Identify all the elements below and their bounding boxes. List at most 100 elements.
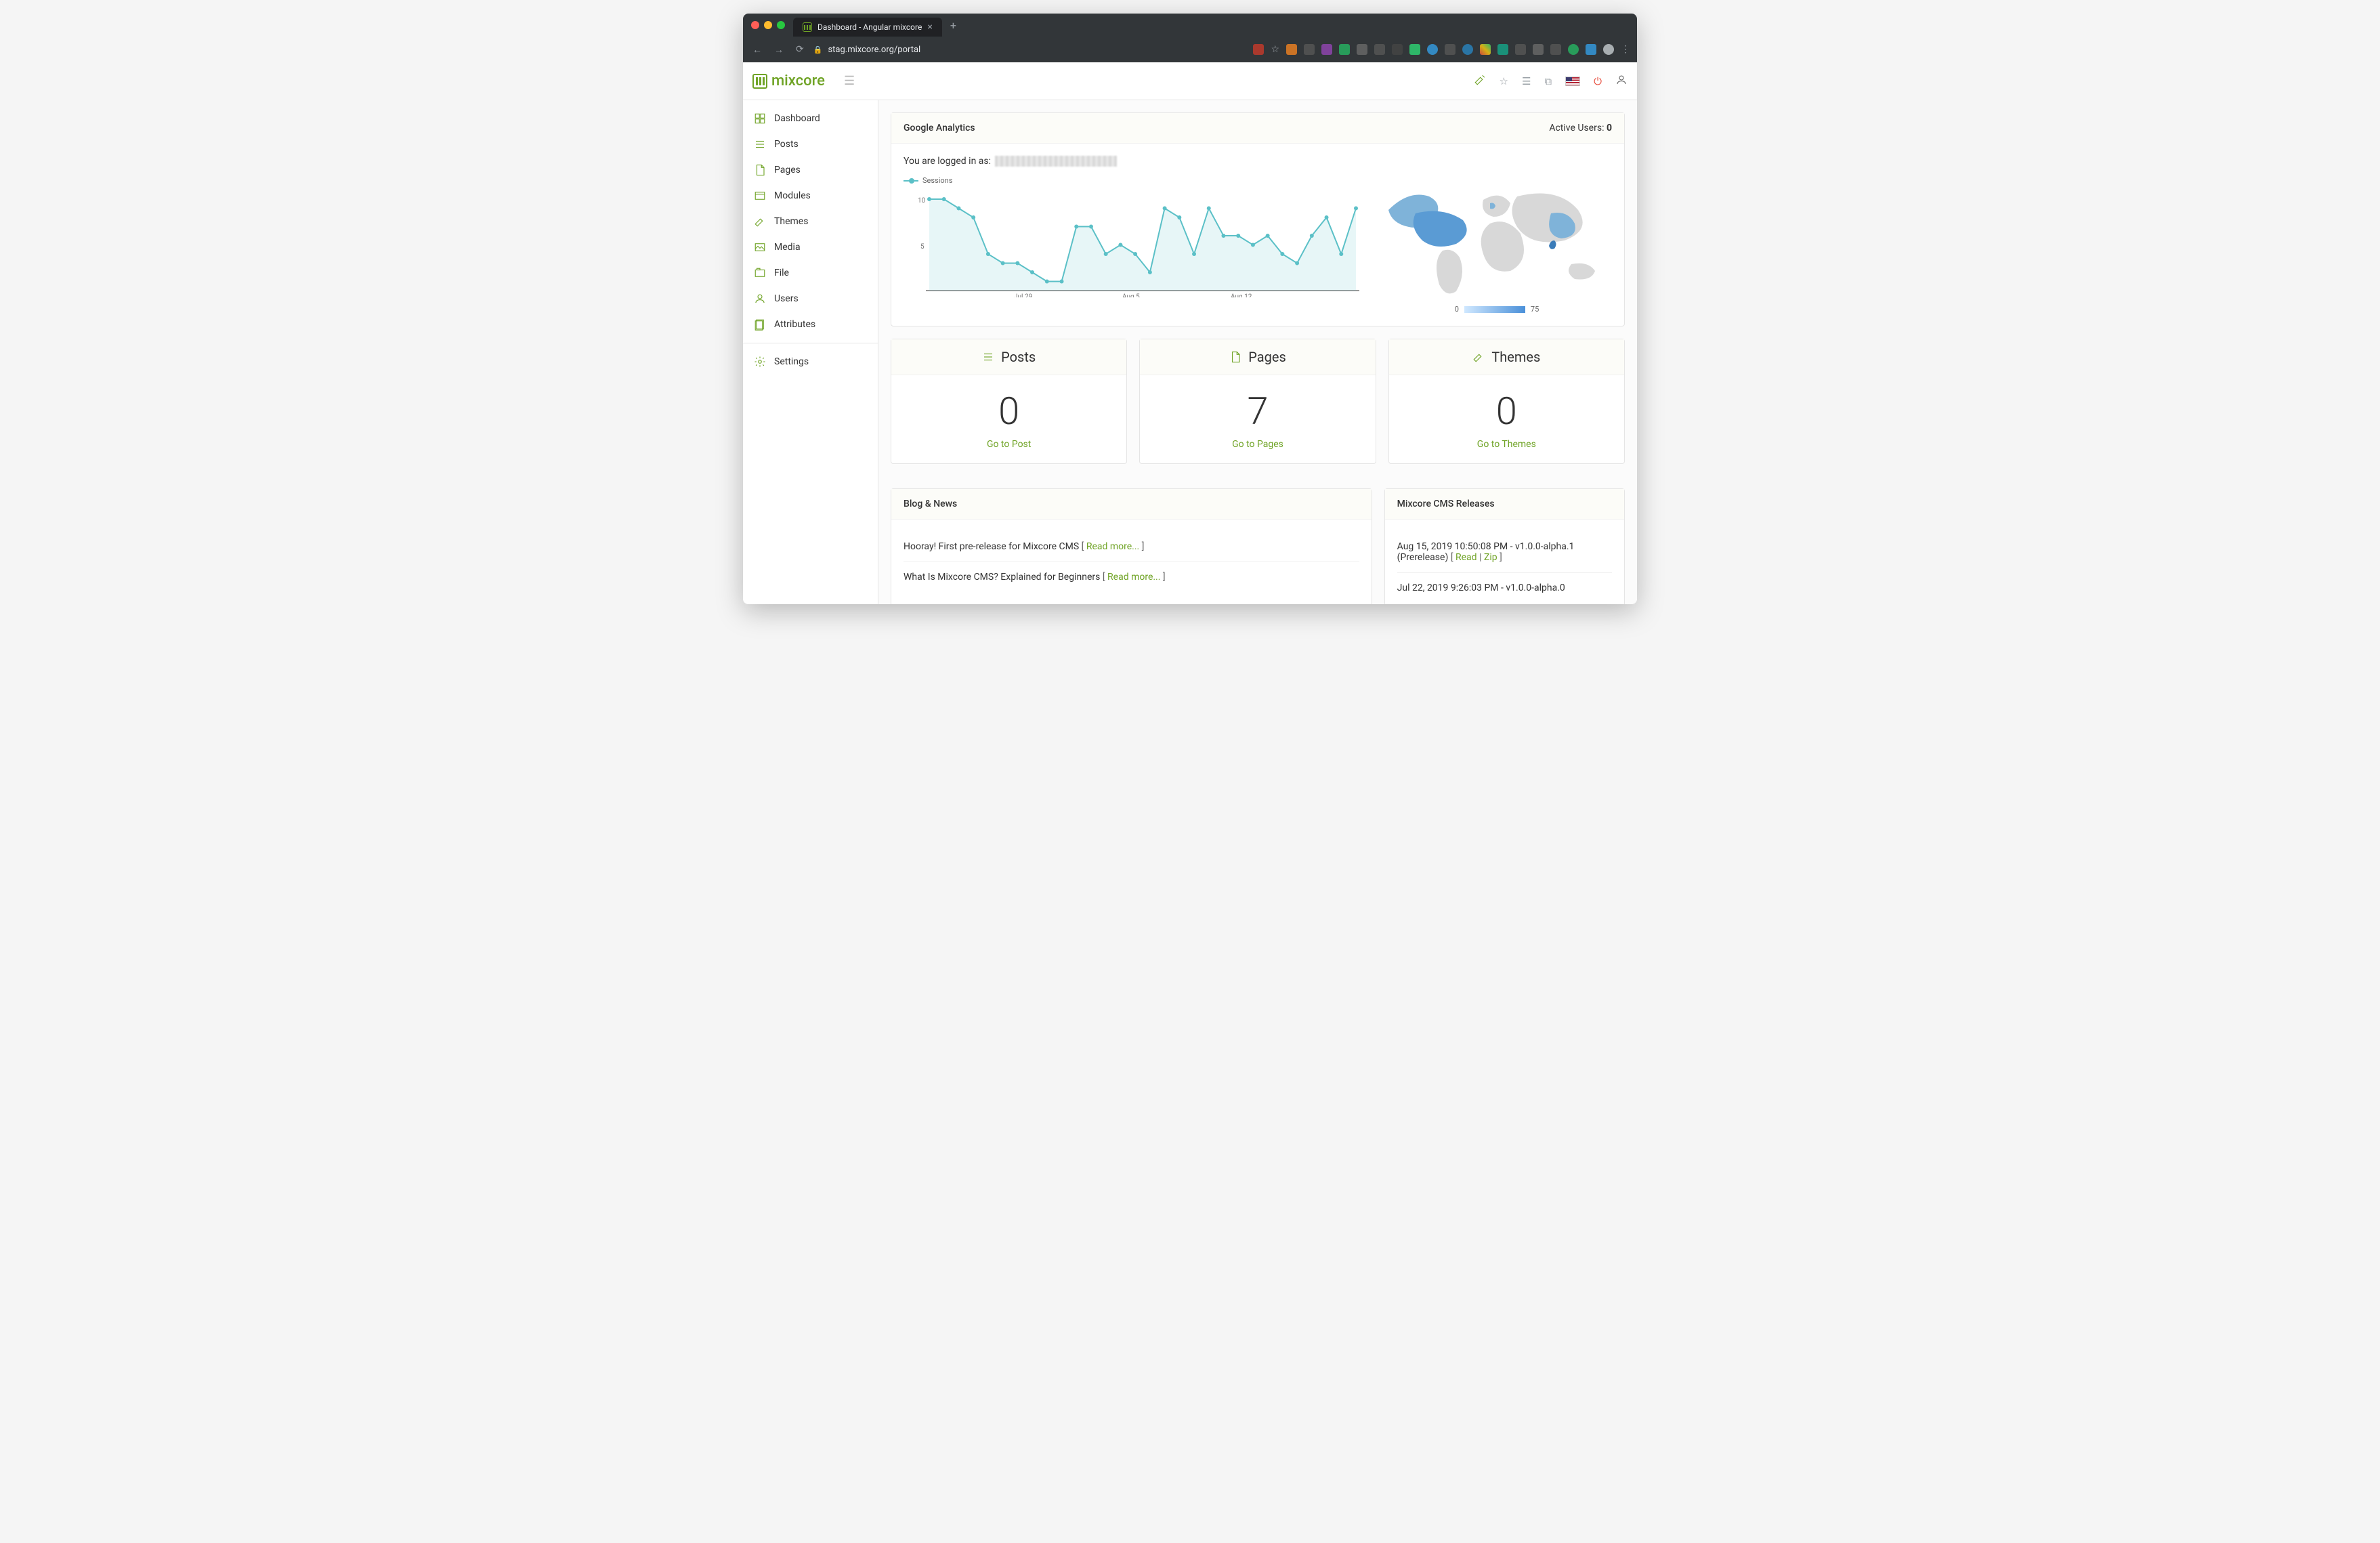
svg-text:5: 5 [920,243,925,251]
sidebar-item-attributes[interactable]: Attributes [743,312,878,337]
pages-icon [754,164,766,176]
analytics-title: Google Analytics [904,123,975,133]
posts-icon [754,138,766,150]
ext-icon[interactable] [1253,44,1264,55]
locale-flag-icon[interactable] [1565,77,1580,86]
sidebar-item-pages[interactable]: Pages [743,157,878,183]
ext-icon[interactable] [1321,44,1332,55]
ext-icon[interactable] [1374,44,1385,55]
menu-icon[interactable]: ⋮ [1621,44,1630,55]
ext-icon[interactable] [1497,44,1508,55]
brand-logo[interactable]: mixcore [752,72,825,89]
sidebar-item-users[interactable]: Users [743,286,878,312]
release-item: Aug 15, 2019 10:50:08 PM - v1.0.0-alpha.… [1397,532,1612,573]
ext-icon[interactable] [1568,44,1579,55]
browser-tab[interactable]: Dashboard - Angular mixcore × [793,18,942,37]
profile-avatar[interactable] [1603,44,1614,55]
svg-text:Aug 5: Aug 5 [1122,293,1140,297]
svg-text:Aug 12: Aug 12 [1231,293,1252,297]
address-bar[interactable]: 🔒 stag.mixcore.org/portal [813,45,1247,55]
modules-icon [754,190,766,202]
sidebar-label: Settings [774,356,809,367]
zip-link[interactable]: Zip [1484,552,1497,563]
world-map: 0 75 [1382,176,1612,314]
ext-icon[interactable] [1515,44,1526,55]
forward-button[interactable]: → [771,41,786,58]
reload-button[interactable]: ⟳ [793,41,807,58]
ext-icon[interactable] [1462,44,1473,55]
new-tab-button[interactable]: + [950,19,956,32]
sidebar-item-themes[interactable]: Themes [743,209,878,234]
ext-icon[interactable] [1339,44,1350,55]
sidebar-item-modules[interactable]: Modules [743,183,878,209]
attributes-icon [754,318,766,331]
stat-title: Pages [1248,349,1286,365]
bottom-row: Blog & News Hooray! First pre-release fo… [891,488,1625,604]
close-window[interactable] [751,21,759,29]
releases-title: Mixcore CMS Releases [1397,499,1495,509]
ext-icon[interactable] [1445,44,1455,55]
maximize-window[interactable] [777,21,785,29]
scale-bar [1464,306,1525,313]
power-icon[interactable]: ⏻ [1594,75,1602,87]
themes-icon [754,215,766,228]
ext-icon[interactable] [1286,44,1297,55]
active-users: Active Users: 0 [1549,123,1612,133]
read-more-link[interactable]: Read more... [1107,572,1160,583]
ext-icon[interactable] [1427,44,1438,55]
sidebar-item-media[interactable]: Media [743,234,878,260]
read-link[interactable]: Read [1455,552,1477,563]
ext-icon[interactable] [1550,44,1561,55]
blog-item: Hooray! First pre-release for Mixcore CM… [904,532,1359,562]
redacted-email [995,156,1117,167]
screens-icon[interactable]: ⧉ [1544,75,1552,87]
lock-icon: 🔒 [813,45,823,54]
ext-icon[interactable] [1392,44,1403,55]
user-icon[interactable] [1615,74,1628,89]
toggle-sidebar-icon[interactable]: ☰ [844,74,855,88]
stat-link[interactable]: Go to Pages [1140,439,1375,463]
ext-icon[interactable] [1409,44,1420,55]
settings-icon [754,356,766,368]
dashboard-icon [754,112,766,125]
minimize-window[interactable] [764,21,772,29]
pages-icon [1229,351,1241,363]
releases-card: Mixcore CMS Releases Aug 15, 2019 10:50:… [1384,488,1625,604]
ext-icon[interactable] [1533,44,1544,55]
stats-row: Posts 0 Go to Post Pages 7 Go to Pages T… [891,339,1625,476]
stat-count: 0 [1389,375,1624,439]
map-scale: 0 75 [1382,305,1612,314]
brand-text: mixcore [771,72,825,89]
sidebar-item-posts[interactable]: Posts [743,131,878,157]
star-icon[interactable]: ☆ [1500,75,1508,87]
sidebar-item-file[interactable]: File [743,260,878,286]
list-icon[interactable]: ☰ [1522,75,1531,87]
ext-icon[interactable] [1480,44,1491,55]
stat-link[interactable]: Go to Themes [1389,439,1624,463]
sidebar-label: Modules [774,190,811,201]
read-more-link[interactable]: Read more... [1086,541,1139,552]
bookmark-icon[interactable]: ☆ [1271,44,1279,55]
sidebar-label: File [774,268,789,278]
app-header: mixcore ☰ ☆ ☰ ⧉ ⏻ [743,62,1637,100]
stat-title: Themes [1491,349,1540,365]
edit-icon[interactable] [1474,74,1486,89]
back-button[interactable]: ← [750,41,765,58]
extensions: ☆ ⋮ [1253,44,1630,55]
browser-toolbar: ← → ⟳ 🔒 stag.mixcore.org/portal ☆ [743,37,1637,62]
browser-window: Dashboard - Angular mixcore × + ← → ⟳ 🔒 … [743,14,1637,604]
ext-icon[interactable] [1586,44,1596,55]
ext-icon[interactable] [1304,44,1315,55]
sessions-chart: Sessions 10 5 Jul 29 Aug 5 Aug 12 [904,176,1368,314]
close-tab-icon[interactable]: × [927,22,932,33]
stat-link[interactable]: Go to Post [891,439,1126,463]
svg-text:Jul 29: Jul 29 [1014,293,1032,297]
ext-icon[interactable] [1357,44,1367,55]
sidebar-label: Media [774,242,801,253]
stat-pages: Pages 7 Go to Pages [1139,339,1376,464]
svg-text:10: 10 [918,197,926,205]
sidebar-item-settings[interactable]: Settings [743,349,878,375]
sidebar-label: Attributes [774,319,815,330]
window-controls [751,21,785,29]
sidebar-item-dashboard[interactable]: Dashboard [743,106,878,131]
